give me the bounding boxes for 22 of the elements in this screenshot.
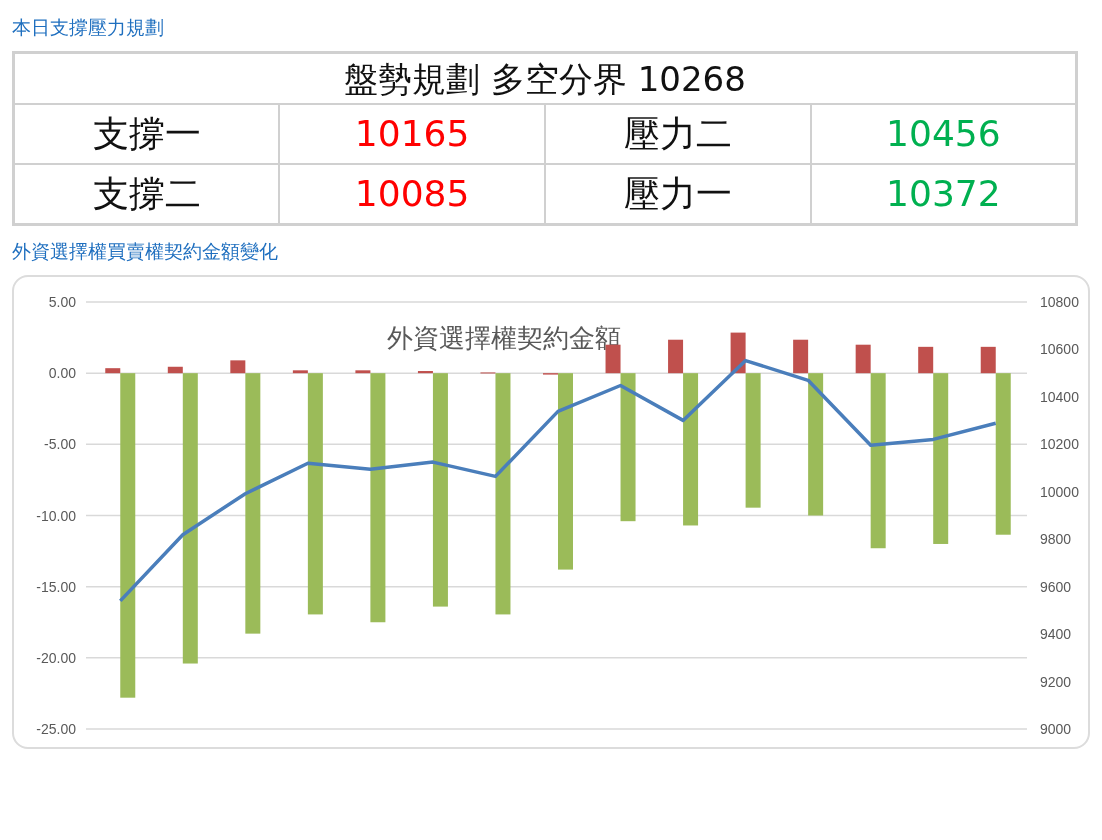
axis-label: 10800 — [1040, 293, 1079, 310]
axis-label: 10600 — [1040, 341, 1079, 358]
axis-label: -5.00 — [44, 435, 76, 452]
axis-label: 10200 — [1040, 435, 1079, 452]
axis-label: -15.00 — [36, 578, 76, 595]
axis-label: 5.00 — [48, 293, 76, 310]
axis-label: 0.00 — [48, 364, 76, 381]
axis-label: 10000 — [1040, 483, 1079, 500]
section-heading: 外資選擇權買賣權契約金額變化 — [12, 239, 279, 263]
axis-label: -10.00 — [36, 507, 76, 524]
axis-label: -25.00 — [36, 720, 76, 737]
section-heading: 本日支撐壓力規劃 — [12, 16, 165, 39]
axis-label: 9400 — [1040, 625, 1072, 642]
axis-label: 9600 — [1040, 578, 1072, 595]
level-label: 壓力二 — [545, 104, 811, 165]
axis-label: 9800 — [1040, 530, 1072, 547]
level-label: 支撐一 — [13, 104, 280, 165]
axis-label: 10400 — [1040, 388, 1079, 405]
axis-label: 9000 — [1040, 720, 1072, 737]
support-value: 10165 — [279, 104, 545, 165]
axis-label: 9200 — [1040, 673, 1072, 690]
axis-label: -20.00 — [36, 649, 76, 666]
